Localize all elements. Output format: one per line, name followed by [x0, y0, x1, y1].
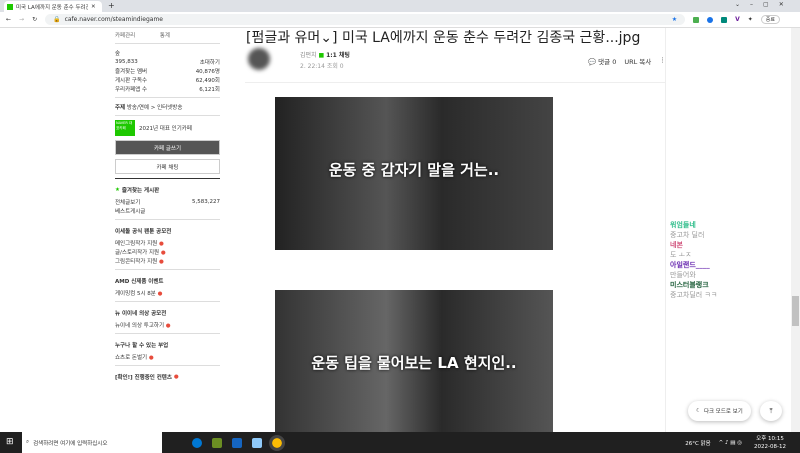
minecraft-icon[interactable] [212, 437, 222, 448]
topic-value[interactable]: 방송/연예 > 인터넷방송 [127, 105, 183, 111]
forward-icon[interactable]: → [19, 16, 24, 23]
star-icon: ★ [115, 187, 120, 193]
recommend-list: 워엄들네 중고차 딜러 네본 도 ㅗㅈ 아일랜드____ 만들어와 미스터블랭크 중고차… [670, 220, 717, 300]
comment-button[interactable]: 💬 댓글 0 [588, 56, 616, 66]
board-link[interactable]: 그림콘티작가 지원 [115, 259, 157, 265]
recommend-sub: 만들어와 [670, 271, 696, 279]
stat-label: 우리카페앱 수 [115, 86, 148, 93]
level-label: 숲 [115, 50, 121, 57]
board-link[interactable]: 메인그림작가 지원 [115, 241, 157, 247]
recommend-name[interactable]: 아일랜드____ [670, 260, 717, 270]
naver-cafe-badge: NAVER 대표카페 [115, 120, 135, 136]
cafe-manage-link[interactable]: 카페관리 [115, 31, 135, 39]
stat-label: 즐겨찾는 멤버 [115, 68, 148, 75]
windows-taskbar: ⊞ ⌕ 검색하려면 여기에 입력하십시오 26°C 맑음 ^ ♪ ▤ ◎ 오후 1… [0, 432, 800, 453]
write-post-button[interactable]: 카페 글쓰기 [115, 140, 220, 155]
stat-value: 62,490회 [195, 77, 220, 84]
section-header: 뉴 이이네 의상 공모전 [115, 311, 167, 317]
invite-link[interactable]: 초대하기 [200, 58, 220, 66]
recommend-name[interactable]: 워엄들네 [670, 220, 717, 230]
weather[interactable]: 26°C 맑음 [685, 439, 710, 447]
app-icon[interactable] [252, 437, 262, 448]
member-count[interactable]: 395,833 [115, 59, 138, 65]
url-text: cafe.naver.com/steamindiegame [64, 16, 163, 23]
extension-icon[interactable] [693, 16, 700, 23]
app-icon[interactable] [232, 437, 242, 448]
board-link[interactable]: 베스트게시글 [115, 207, 145, 215]
post-date: 2. 22:14 [300, 63, 325, 70]
section-header: 이세돌 공식 팬툰 공모전 [115, 229, 172, 235]
dark-mode-button[interactable]: ☾ 다크 모드로 보기 [688, 401, 751, 421]
post-count: 5,583,227 [192, 198, 220, 205]
lock-icon: 🔒 [53, 16, 61, 23]
section-header: 누구나 할 수 있는 부업 [115, 343, 169, 349]
cafe-chat-button[interactable]: 카페 채팅 [115, 159, 220, 174]
clock-date[interactable]: 2022-08-12 [754, 444, 786, 450]
new-tab-button[interactable]: + [108, 1, 115, 10]
recommend-sub: 중고차딜러 ㅋㅋ [670, 291, 718, 299]
scrollbar[interactable] [791, 28, 800, 432]
board-link[interactable]: 게이밍컴 5시 8분 [115, 291, 156, 297]
clock-time[interactable]: 오후 10:15 [756, 436, 784, 442]
recommend-name[interactable]: 미스터블랭크 [670, 280, 717, 290]
post-title: [펌글과 유머⌄] 미국 LA에까지 운동 춘수 두려간 김종국 근황...jp… [246, 30, 641, 46]
extension-icon[interactable] [707, 16, 714, 23]
scroll-top-button[interactable]: ⤒ [760, 401, 782, 421]
browser-tab[interactable]: 미국 LA에까지 운동 춘수 두려간 ✕ [4, 1, 102, 12]
image-caption: 운동 중 갑자기 말을 거는.. [328, 161, 500, 179]
fav-board-header[interactable]: 즐겨찾는 게시판 [122, 186, 159, 194]
reload-icon[interactable]: ↻ [32, 16, 37, 23]
address-toolbar: ← → ↻ 🔒 cafe.naver.com/steamindiegame ★ V ✦ … [0, 12, 800, 28]
author-name[interactable]: 김펀치 [300, 52, 317, 59]
recommend-sub: 도 ㅗㅈ [670, 251, 692, 259]
post-image: 운동 팁을 물어보는 LA 현지인.. [275, 290, 553, 440]
tab-strip: 미국 LA에까지 운동 춘수 두려간 ✕ + ⌄–▢✕ [0, 0, 800, 12]
tray-icons[interactable]: ^ ♪ ▤ ◎ [719, 440, 742, 446]
board-link[interactable]: 글/스토리작가 지원 [115, 250, 159, 256]
stat-label: 게시판 구독수 [115, 77, 148, 84]
recommend-name[interactable]: 네본 [670, 240, 717, 250]
back-icon[interactable]: ← [6, 16, 11, 23]
edge-icon[interactable] [192, 437, 202, 448]
topic-label: 주제 [115, 104, 126, 111]
extension-v-icon[interactable]: V [735, 16, 740, 23]
extension-icon[interactable] [721, 16, 728, 23]
url-copy-button[interactable]: URL 복사 [624, 56, 651, 66]
window-controls[interactable]: ⌄–▢✕ [735, 1, 794, 8]
board-link[interactable]: 전체글보기 [115, 198, 140, 206]
view-count: 조회 0 [326, 63, 344, 70]
stats-link[interactable]: 통계 [160, 31, 170, 39]
profile-button[interactable]: 중료 [760, 15, 780, 24]
bookmark-star-icon[interactable]: ★ [672, 16, 677, 23]
section-header[interactable]: [확인!] 진행중인 컨텐츠 [115, 373, 172, 381]
stat-value: 6,121회 [199, 86, 220, 93]
author-avatar [248, 48, 270, 70]
badge-text: 2021년 대표 인기카페 [139, 126, 192, 132]
one-on-one-chat-link[interactable]: 1:1 채팅 [326, 52, 350, 59]
naver-cafe-favicon [7, 3, 13, 10]
search-icon: ⌕ [26, 439, 30, 445]
moon-icon: ☾ [696, 408, 701, 414]
board-link[interactable]: 뉴이네 의상 투고하기 [115, 323, 164, 329]
tab-title: 미국 LA에까지 운동 춘수 두려간 [16, 4, 88, 11]
board-link[interactable]: 쇼츠로 돈벌기 [115, 355, 147, 361]
section-header: AMD 신제품 이벤트 [115, 279, 164, 285]
post-image: 운동 중 갑자기 말을 거는.. [275, 97, 553, 250]
address-bar[interactable]: 🔒 cafe.naver.com/steamindiegame ★ [45, 14, 686, 25]
recommend-sub: 중고차 딜러 [670, 231, 705, 239]
chrome-icon[interactable] [269, 434, 285, 451]
cafe-sidebar: 카페관리 통계 숲 395,833 초대하기 즐겨찾는 멤버 40,876명 게시판 … [115, 31, 220, 381]
windows-start-icon[interactable]: ⊞ [6, 437, 14, 447]
image-caption: 운동 팁을 물어보는 LA 현지인.. [311, 354, 517, 372]
stat-value: 40,876명 [195, 68, 220, 75]
puzzle-icon[interactable]: ✦ [748, 16, 753, 23]
taskbar-search[interactable]: ⌕ 검색하려면 여기에 입력하십시오 [22, 432, 162, 453]
close-tab-icon[interactable]: ✕ [91, 4, 96, 10]
